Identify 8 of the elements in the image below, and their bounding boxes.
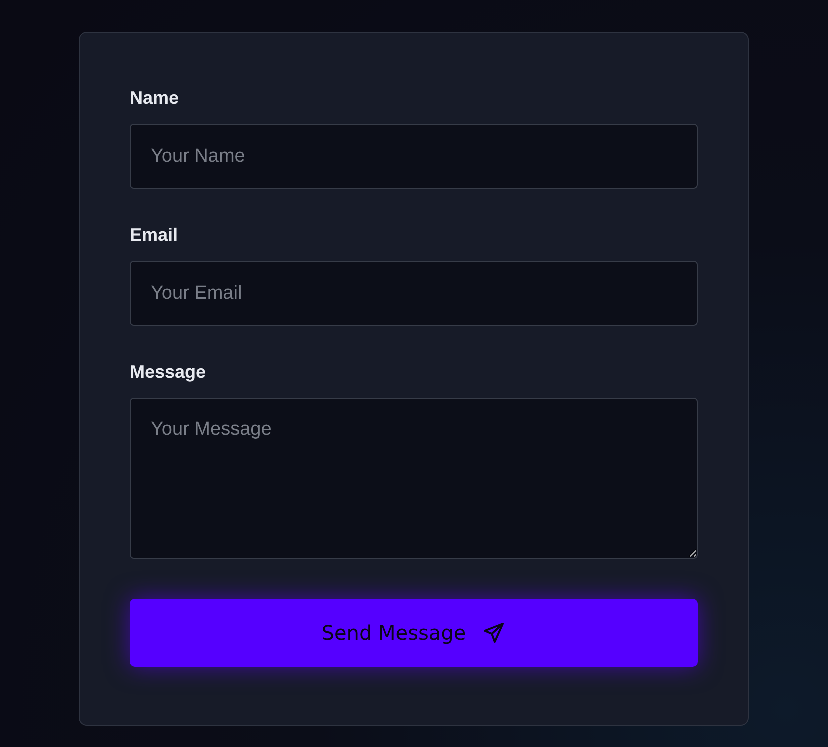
input-field[interactable]: Your Name <box>130 124 698 189</box>
send-button[interactable]: Send Message <box>130 599 698 667</box>
field-label: Name <box>130 87 180 109</box>
field-label: Email <box>130 224 180 246</box>
field-label: Message <box>130 361 208 383</box>
input-field[interactable]: Your Email <box>130 261 698 326</box>
paper-plane-icon <box>482 621 506 645</box>
message-field[interactable]: Your Message <box>130 398 698 559</box>
